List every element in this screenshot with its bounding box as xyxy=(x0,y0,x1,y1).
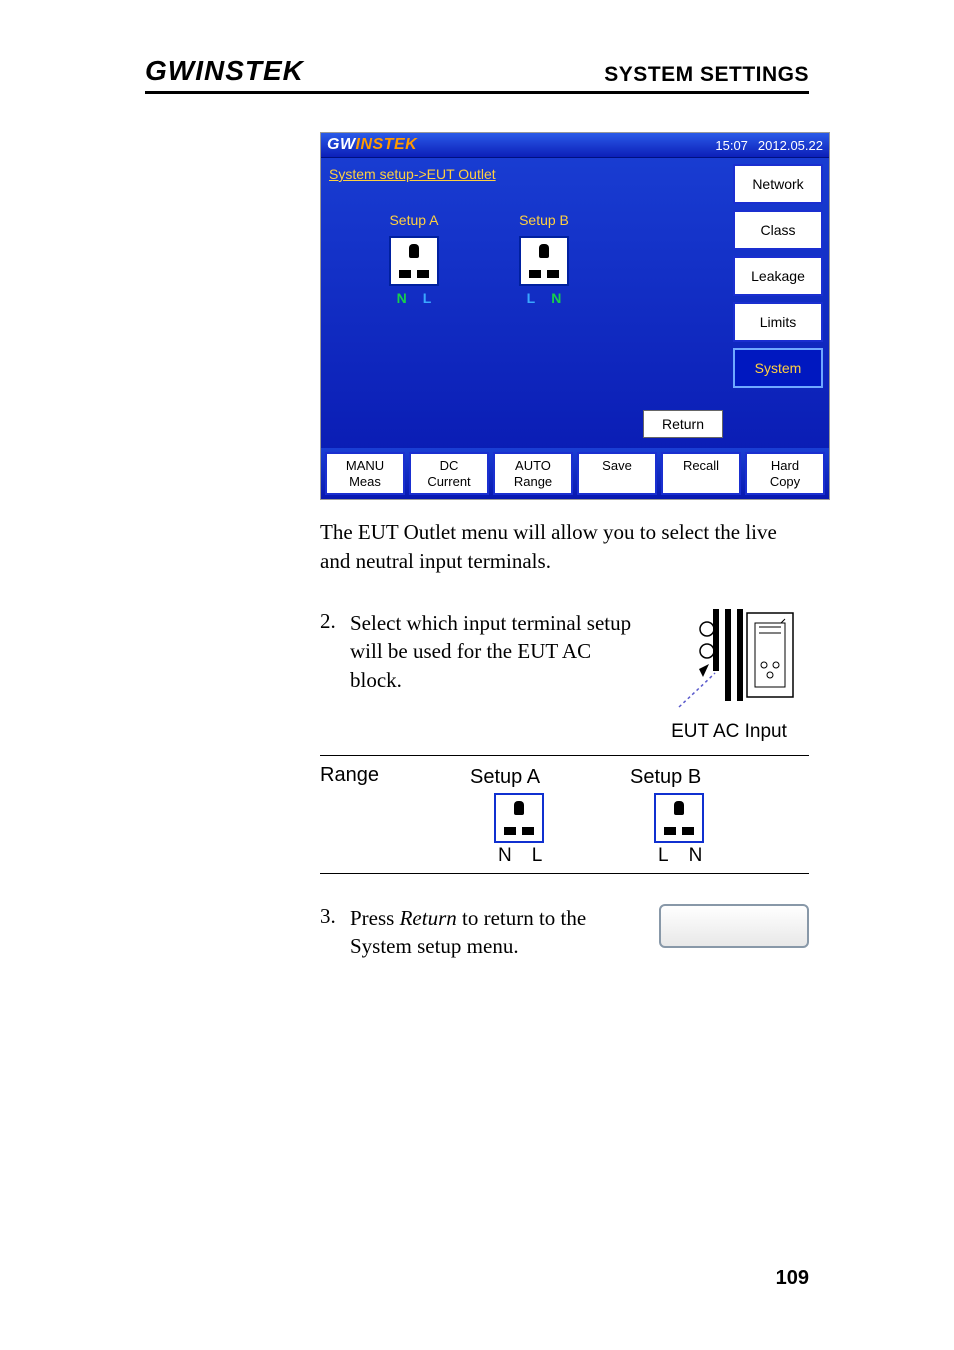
bottom-recall-button[interactable]: Recall xyxy=(661,452,741,495)
step-3: 3. Press Return to return to the System … xyxy=(320,904,809,961)
side-buttons: Network Class Leakage Limits System xyxy=(733,158,829,448)
bottom-dc-button[interactable]: DCCurrent xyxy=(409,452,489,495)
side-network-button[interactable]: Network xyxy=(733,164,823,204)
side-limits-button[interactable]: Limits xyxy=(733,302,823,342)
step-number: 3. xyxy=(320,904,350,929)
device-logo: GWINSTEK xyxy=(327,136,417,154)
device-date: 2012.05.22 xyxy=(758,138,823,153)
side-system-button[interactable]: System xyxy=(733,348,823,388)
range-col-b: Setup B LN xyxy=(630,764,790,869)
device-screenshot: GWINSTEK 15:07 2012.05.22 System setup->… xyxy=(320,132,830,500)
setup-b-label: Setup B xyxy=(519,212,569,228)
range-label: Range xyxy=(320,764,470,869)
page-header: GWINSTEK SYSTEM SETTINGS xyxy=(145,55,809,94)
bottom-save-button[interactable]: Save xyxy=(577,452,657,495)
range-table: Range Setup A NL Setup B LN xyxy=(320,755,809,874)
softkey-button[interactable] xyxy=(659,904,809,948)
step-text: Press Return to return to the System set… xyxy=(350,904,649,961)
plug-icon xyxy=(519,236,569,286)
breadcrumb: System setup->EUT Outlet xyxy=(329,166,725,182)
range-col-a: Setup A NL xyxy=(470,764,630,869)
terminal-n: N xyxy=(551,290,561,306)
brand-logo: GWINSTEK xyxy=(145,55,304,87)
device-main: System setup->EUT Outlet Setup A N L xyxy=(321,158,733,448)
device-titlebar: GWINSTEK 15:07 2012.05.22 xyxy=(321,133,829,158)
setup-a-label: Setup A xyxy=(389,212,439,228)
bottom-manu-button[interactable]: MANUMeas xyxy=(325,452,405,495)
step-text: Select which input terminal setup will b… xyxy=(350,609,649,694)
section-title: SYSTEM SETTINGS xyxy=(604,63,809,87)
setup-b[interactable]: Setup B L N xyxy=(519,212,569,306)
step-2: 2. Select which input terminal setup wil… xyxy=(320,609,809,743)
step-number: 2. xyxy=(320,609,350,634)
setup-a[interactable]: Setup A N L xyxy=(389,212,439,306)
bottom-auto-button[interactable]: AUTORange xyxy=(493,452,573,495)
eut-ac-input-icon xyxy=(659,609,799,719)
plug-icon xyxy=(654,793,704,843)
side-leakage-button[interactable]: Leakage xyxy=(733,256,823,296)
side-class-button[interactable]: Class xyxy=(733,210,823,250)
plug-icon xyxy=(494,793,544,843)
terminal-n: N xyxy=(397,290,407,306)
terminal-l: L xyxy=(527,290,536,306)
terminal-l: L xyxy=(423,290,432,306)
bottom-hardcopy-button[interactable]: HardCopy xyxy=(745,452,825,495)
device-time: 15:07 xyxy=(715,138,748,153)
return-button[interactable]: Return xyxy=(643,410,723,438)
paragraph: The EUT Outlet menu will allow you to se… xyxy=(320,518,809,575)
eut-caption: EUT AC Input xyxy=(649,721,809,743)
page-number: 109 xyxy=(776,1267,809,1290)
bottom-bar: MANUMeas DCCurrent AUTORange Save Recall… xyxy=(321,448,829,499)
plug-icon xyxy=(389,236,439,286)
